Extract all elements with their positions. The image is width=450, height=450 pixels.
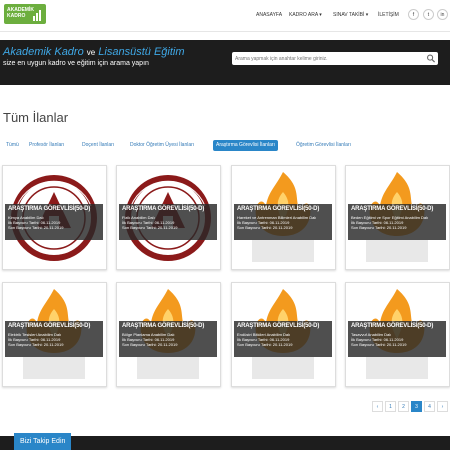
card-end-date: Son Başvuru Tarihi: 20.11.2019 — [8, 225, 64, 230]
card-title: ARAŞTIRMA GÖREVLİSİ(50-D) — [122, 323, 205, 329]
pagination-page-1[interactable]: 1 — [385, 401, 396, 412]
card-end-date: Son Başvuru Tarihi: 20.11.2019 — [8, 342, 64, 347]
hero-title-part1: Akademik Kadro — [3, 46, 84, 58]
card-info: ARAŞTIRMA GÖREVLİSİ(50-D) Endüstri Bitki… — [234, 321, 332, 357]
follow-us-label: Bizi Takip Edin — [14, 433, 72, 450]
card-end-date: Son Başvuru Tarihi: 20.11.2019 — [122, 225, 178, 230]
nav-home[interactable]: ANASAYFA — [256, 12, 282, 18]
card-title: ARAŞTIRMA GÖREVLİSİ(50-D) — [351, 323, 434, 329]
job-card[interactable]: ARAŞTIRMA GÖREVLİSİ(50-D) Kimya Anabilim… — [2, 165, 107, 270]
card-info: ARAŞTIRMA GÖREVLİSİ(50-D) Fizik Anabilim… — [119, 204, 217, 240]
nav-sinav-takibi[interactable]: SINAV TAKİBİ ▾ — [333, 12, 368, 18]
card-end-date: Son Başvuru Tarihi: 20.11.2019 — [237, 342, 293, 347]
card-end-date: Son Başvuru Tarihi: 20.11.2019 — [237, 225, 293, 230]
card-title: ARAŞTIRMA GÖREVLİSİ(50-D) — [351, 206, 434, 212]
card-info: ARAŞTIRMA GÖREVLİSİ(50-D) Beden Eğitimi … — [348, 204, 446, 240]
card-info: ARAŞTIRMA GÖREVLİSİ(50-D) Bölge Planlama… — [119, 321, 217, 357]
hero-title: Akademik Kadro ve Lisansüstü Eğitim — [3, 46, 185, 58]
card-title: ARAŞTIRMA GÖREVLİSİ(50-D) — [122, 206, 205, 212]
card-info: ARAŞTIRMA GÖREVLİSİ(50-D) Kimya Anabilim… — [5, 204, 103, 240]
hero-subtitle: size en uygun kadro ve eğitim için arama… — [3, 60, 149, 67]
top-navbar: AKADEMİK KADRO ANASAYFA KADRO ARA ▾ SINA… — [0, 0, 450, 32]
tab-lecturer[interactable]: Öğretim Görevlisi İlanları — [293, 140, 354, 151]
site-logo[interactable]: AKADEMİK KADRO — [4, 4, 46, 24]
bar-chart-icon — [33, 9, 43, 21]
twitter-icon[interactable]: t — [423, 9, 434, 20]
tab-associate-professor[interactable]: Doçent İlanları — [79, 140, 117, 151]
hero-banner: Akademik Kadro ve Lisansüstü Eğitim size… — [0, 40, 450, 85]
job-card[interactable]: ARAŞTIRMA GÖREVLİSİ(50-D) Tasavvuf Anabi… — [345, 282, 450, 387]
card-title: ARAŞTIRMA GÖREVLİSİ(50-D) — [237, 323, 320, 329]
job-card[interactable]: ARAŞTIRMA GÖREVLİSİ(50-D) Endüstri Bitki… — [231, 282, 336, 387]
pagination-page-2[interactable]: 2 — [398, 401, 409, 412]
nav-kadro-ara[interactable]: KADRO ARA ▾ — [289, 12, 322, 18]
pagination-prev[interactable]: ‹ — [372, 401, 383, 412]
tab-research-assistant[interactable]: Araştırma Görevlisi İlanları — [213, 140, 278, 151]
facebook-icon[interactable]: f — [408, 9, 419, 20]
job-card[interactable]: ARAŞTIRMA GÖREVLİSİ(50-D) Fizik Anabilim… — [116, 165, 221, 270]
pagination-page-4[interactable]: 4 — [424, 401, 435, 412]
nav-iletisim[interactable]: İLETİŞİM — [378, 12, 399, 18]
job-card[interactable]: ARAŞTIRMA GÖREVLİSİ(50-D) Beden Eğitimi … — [345, 165, 450, 270]
pagination-next[interactable]: › — [437, 401, 448, 412]
footer: Bizi Takip Edin — [0, 433, 450, 450]
hero-title-ve: ve — [86, 48, 96, 57]
search-input[interactable] — [235, 52, 421, 65]
card-end-date: Son Başvuru Tarihi: 20.11.2019 — [351, 225, 407, 230]
hero-title-part2: Lisansüstü Eğitim — [98, 46, 185, 58]
linkedin-icon[interactable]: in — [437, 9, 448, 20]
card-info: ARAŞTIRMA GÖREVLİSİ(50-D) Tasavvuf Anabi… — [348, 321, 446, 357]
card-title: ARAŞTIRMA GÖREVLİSİ(50-D) — [8, 206, 91, 212]
tab-all[interactable]: Tümü — [3, 140, 22, 151]
job-card[interactable]: ARAŞTIRMA GÖREVLİSİ(50-D) Hareket ve Ant… — [231, 165, 336, 270]
job-card[interactable]: ARAŞTIRMA GÖREVLİSİ(50-D) Elektrik Tesis… — [2, 282, 107, 387]
card-title: ARAŞTIRMA GÖREVLİSİ(50-D) — [8, 323, 91, 329]
job-card[interactable]: ARAŞTIRMA GÖREVLİSİ(50-D) Bölge Planlama… — [116, 282, 221, 387]
page-title: Tüm İlanlar — [3, 110, 69, 125]
card-info: ARAŞTIRMA GÖREVLİSİ(50-D) Elektrik Tesis… — [5, 321, 103, 357]
search-box — [232, 52, 438, 65]
card-end-date: Son Başvuru Tarihi: 20.11.2019 — [351, 342, 407, 347]
tab-doctor-faculty[interactable]: Doktor Öğretim Üyesi İlanları — [127, 140, 197, 151]
search-icon[interactable] — [426, 54, 436, 63]
card-end-date: Son Başvuru Tarihi: 20.11.2019 — [122, 342, 178, 347]
card-title: ARAŞTIRMA GÖREVLİSİ(50-D) — [237, 206, 320, 212]
pagination-page-3[interactable]: 3 — [411, 401, 422, 412]
tab-professor[interactable]: Profesör İlanları — [26, 140, 67, 151]
card-info: ARAŞTIRMA GÖREVLİSİ(50-D) Hareket ve Ant… — [234, 204, 332, 240]
